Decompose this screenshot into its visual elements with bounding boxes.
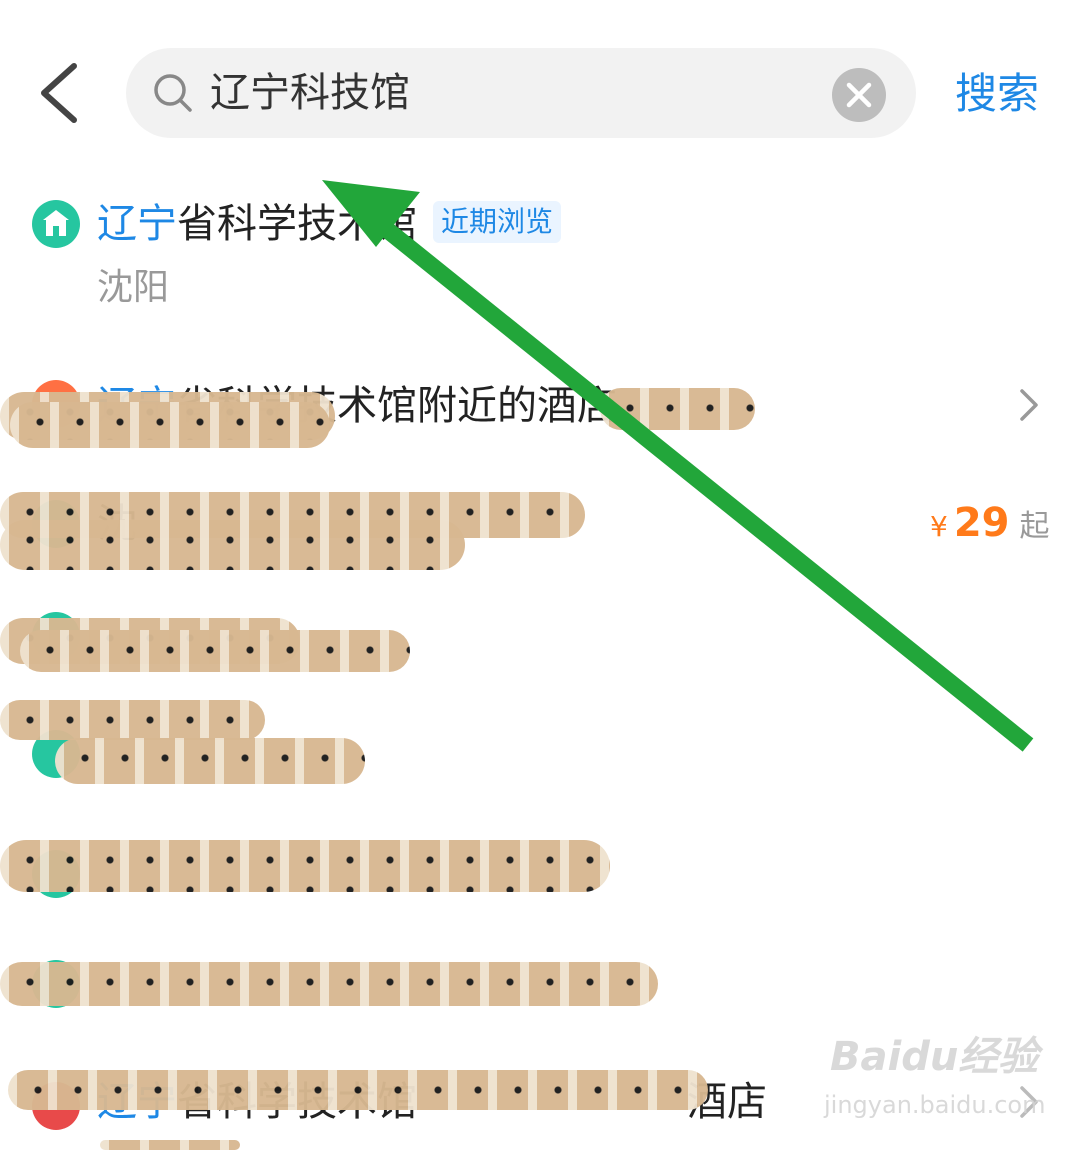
watermark-logo: Baidu经验 (830, 1034, 1039, 1080)
baidu-jingyan-watermark: Baidu经验 jingyan.baidu.com (822, 1030, 1052, 1130)
back-arrow-icon (41, 63, 77, 123)
redaction-scribble (10, 402, 330, 448)
recent-browse-badge: 近期浏览 (433, 201, 562, 243)
search-input[interactable]: 辽宁科技馆 (210, 66, 410, 120)
redaction-scribble (0, 700, 265, 740)
title-rest: 省科学技术馆 (177, 201, 417, 247)
search-button[interactable]: 搜索 (955, 66, 1039, 122)
redaction-scribble (600, 388, 755, 430)
chevron-right-icon (1020, 389, 1038, 421)
redaction-scribble (100, 1140, 240, 1150)
title-highlight: 辽宁 (97, 201, 177, 247)
redaction-scribble (8, 1070, 708, 1110)
price-suffix: 起 (1019, 509, 1050, 544)
watermark-url: jingyan.baidu.com (824, 1091, 1046, 1119)
redaction-scribble (0, 520, 465, 570)
price-tag: ¥29 起 (930, 500, 1050, 546)
redaction-scribble (20, 630, 410, 672)
price-currency: ¥ (930, 510, 948, 543)
close-icon (846, 82, 872, 108)
search-input-container[interactable]: 辽宁科技馆 (126, 48, 916, 138)
museum-icon (32, 200, 80, 248)
result-subtitle: 沈阳 (97, 267, 170, 308)
search-icon (154, 74, 192, 112)
search-header: 辽宁科技馆 搜索 (0, 0, 1080, 150)
back-button[interactable] (34, 58, 94, 128)
redaction-scribble (0, 840, 610, 892)
result-title: 辽宁省科学技术馆 近期浏览 (97, 198, 562, 250)
clear-search-button[interactable] (832, 68, 886, 122)
redaction-scribble (0, 962, 658, 1006)
price-amount: 29 (953, 500, 1010, 546)
redaction-scribble (55, 738, 365, 784)
